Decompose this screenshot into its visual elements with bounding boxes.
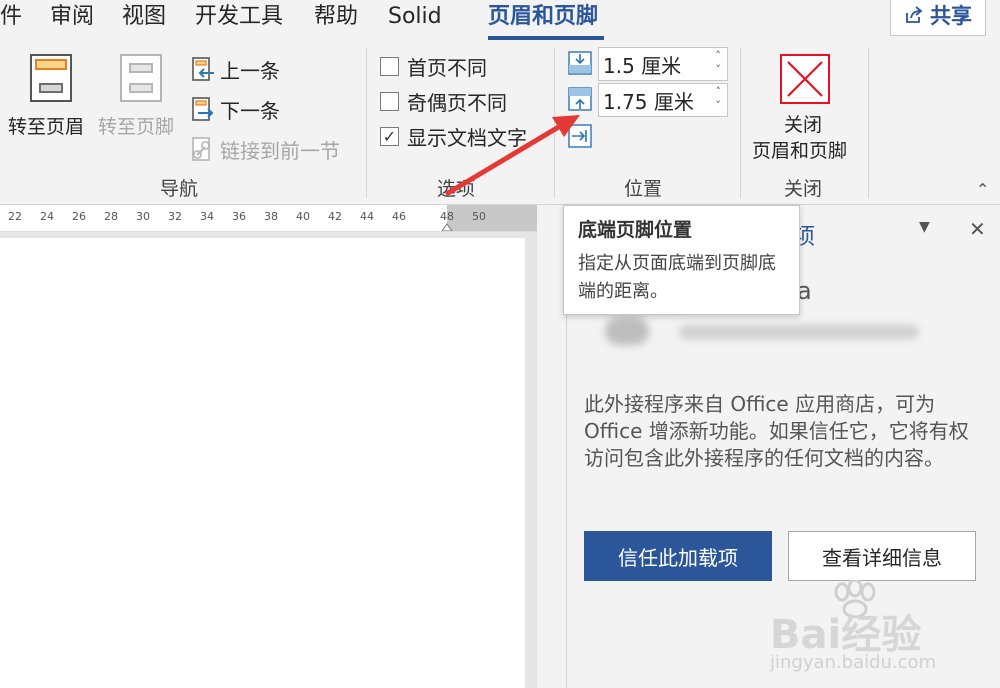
tab-file[interactable]: 件	[0, 2, 22, 32]
ruler-tick: 44	[360, 210, 374, 223]
ruler-tick: 32	[168, 210, 182, 223]
ruler-tick: 26	[72, 210, 86, 223]
ruler-tick: 50	[472, 210, 486, 223]
goto-header-label: 转至页眉	[8, 116, 85, 138]
blurred-publisher-icon	[605, 317, 649, 345]
show-document-text-checkbox[interactable]: ✓	[380, 127, 399, 146]
next-button[interactable]: 下一条	[192, 95, 280, 124]
pane-close-icon[interactable]: ✕	[969, 217, 986, 241]
close-icon	[780, 54, 830, 104]
previous-label: 上一条	[220, 59, 280, 83]
view-details-button[interactable]: 查看详细信息	[788, 531, 976, 581]
ruler-margin-shade	[447, 205, 537, 231]
tab-developer[interactable]: 开发工具	[195, 2, 283, 32]
pane-description: 此外接程序来自 Office 应用商店，可为 Office 增添新功能。如果信任…	[584, 392, 969, 470]
goto-footer-icon	[120, 54, 162, 102]
navigation-group-label: 导航	[160, 178, 199, 200]
different-first-page-option[interactable]: 首页不同	[380, 52, 487, 81]
ruler-tick: 48	[440, 210, 454, 223]
link-previous-button: 链接到前一节	[192, 135, 340, 164]
tooltip-body: 指定从页面底端到页脚底端的距离。	[578, 253, 776, 302]
pane-options-chevron-icon[interactable]: ▼	[919, 219, 930, 235]
collapse-ribbon-icon[interactable]: ⌃	[976, 180, 989, 199]
close-line1-label: 关闭	[784, 114, 823, 136]
blurred-publisher-text	[679, 325, 919, 339]
ruler-tick: 28	[104, 210, 118, 223]
group-divider	[868, 48, 869, 198]
baidu-watermark: Bai经验 jingyan.baidu.com	[770, 580, 990, 680]
header-spinner-arrows[interactable]: ˄ ˅	[716, 49, 722, 77]
indent-marker-icon[interactable]	[441, 223, 453, 231]
tooltip: 底端页脚位置 指定从页面底端到页脚底端的距离。	[563, 205, 800, 315]
previous-button[interactable]: 上一条	[192, 55, 280, 84]
ruler-tick: 30	[136, 210, 150, 223]
header-from-top-spinner[interactable]: 1.5 厘米 ˄ ˅	[598, 47, 728, 81]
different-first-page-checkbox[interactable]	[380, 57, 399, 76]
next-section-icon	[192, 96, 214, 121]
different-first-page-label: 首页不同	[407, 56, 487, 80]
horizontal-ruler[interactable]: 22 24 26 28 30 32 34 36 38 40 42 44 46 4…	[0, 205, 537, 232]
annotation-arrow-icon	[445, 115, 580, 196]
active-tab-indicator	[488, 36, 604, 40]
goto-header-icon	[30, 54, 72, 102]
link-icon	[192, 136, 210, 161]
ruler-tick: 42	[328, 210, 342, 223]
tooltip-title: 底端页脚位置	[578, 219, 693, 241]
goto-footer-label: 转至页脚	[98, 116, 175, 138]
ruler-tick: 38	[264, 210, 278, 223]
tab-help[interactable]: 帮助	[314, 2, 358, 32]
ruler-tick: 36	[232, 210, 246, 223]
footer-spinner-arrows[interactable]: ˄ ˅	[716, 85, 722, 113]
ribbon-tab-bar: 件 审阅 视图 开发工具 帮助 Solid 页眉和页脚 共享	[0, 0, 1000, 42]
footer-from-bottom-spinner[interactable]: 1.75 厘米 ˄ ˅	[598, 83, 728, 117]
share-label: 共享	[930, 4, 972, 28]
next-label: 下一条	[220, 99, 280, 123]
ruler-tick: 22	[8, 210, 22, 223]
trust-addin-button[interactable]: 信任此加载项	[584, 531, 772, 581]
share-icon	[906, 6, 923, 23]
document-page[interactable]	[0, 238, 525, 688]
footer-from-bottom-value: 1.75 厘米	[603, 89, 694, 114]
ruler-tick: 46	[392, 210, 406, 223]
ruler-tick: 24	[40, 210, 54, 223]
close-line2-label: 页眉和页脚	[752, 140, 848, 162]
link-previous-label: 链接到前一节	[220, 139, 340, 163]
different-odd-even-checkbox[interactable]	[380, 92, 399, 111]
header-position-icon	[568, 51, 592, 75]
ruler-tick: 40	[296, 210, 310, 223]
position-group-label: 位置	[624, 178, 663, 200]
previous-section-icon	[192, 56, 214, 81]
header-from-top-value: 1.5 厘米	[603, 53, 682, 78]
group-divider	[740, 48, 741, 198]
tab-review[interactable]: 审阅	[50, 2, 94, 32]
watermark-url: jingyan.baidu.com	[770, 652, 937, 673]
tab-view[interactable]: 视图	[122, 2, 166, 32]
close-group-label: 关闭	[784, 178, 823, 200]
group-divider	[366, 48, 367, 198]
tab-header-footer[interactable]: 页眉和页脚	[488, 2, 598, 32]
tab-solid[interactable]: Solid	[388, 2, 442, 32]
share-button[interactable]: 共享	[890, 0, 986, 36]
ruler-tick: 34	[200, 210, 214, 223]
